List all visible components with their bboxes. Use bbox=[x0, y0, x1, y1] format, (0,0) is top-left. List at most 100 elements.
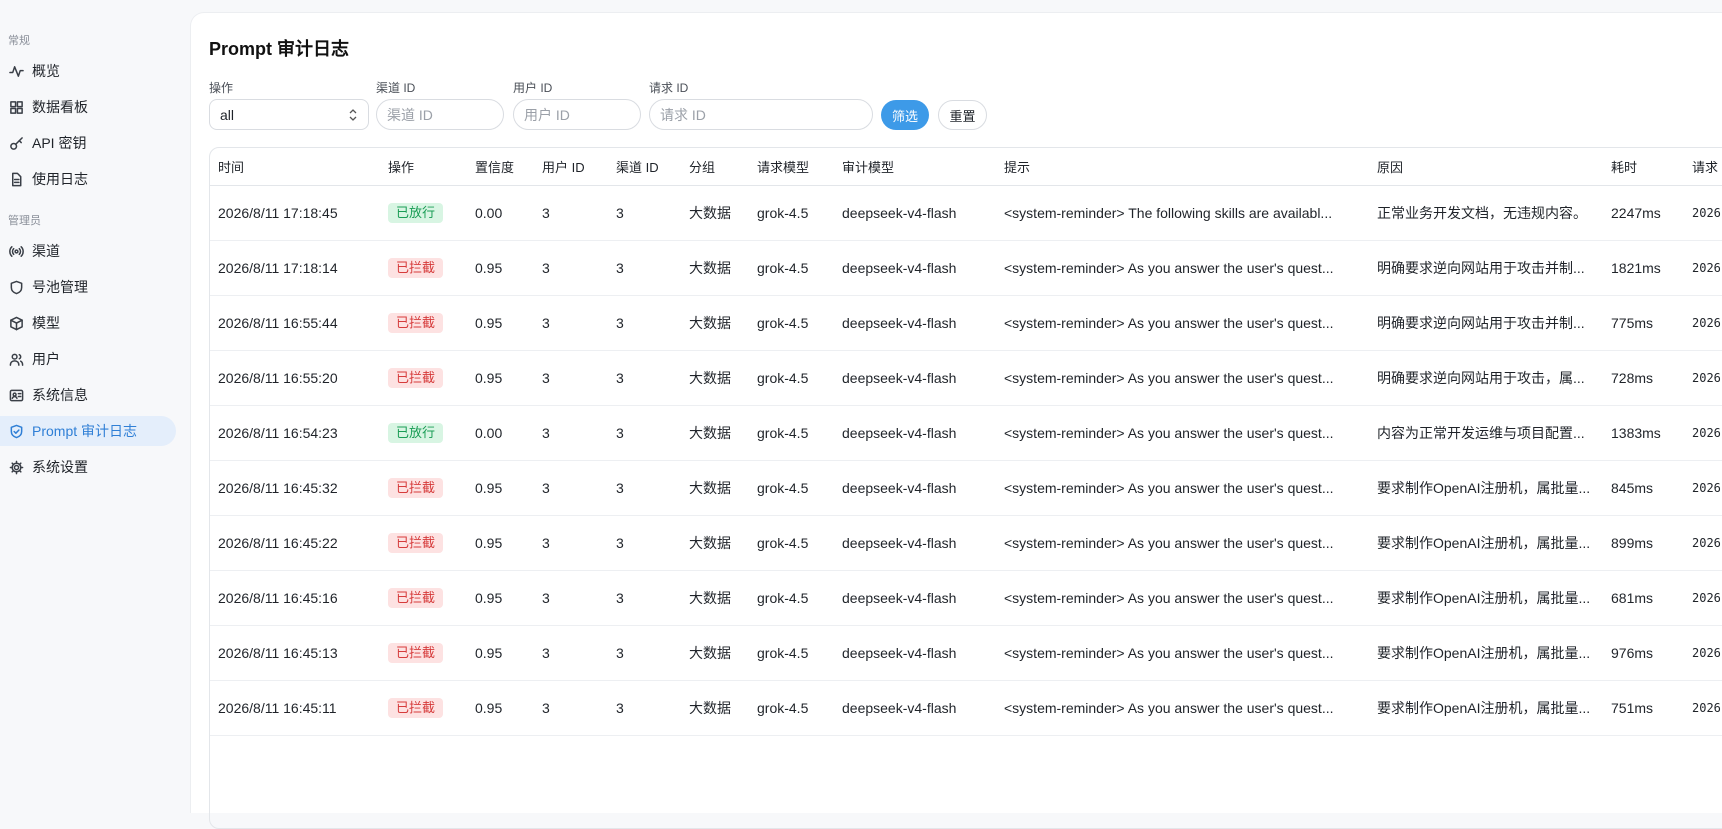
table-row[interactable]: 2026/8/11 17:18:14 已拦截 0.95 3 3 大数据 grok-4.5 de… bbox=[210, 240, 1722, 296]
col-header-reason: 原因 bbox=[1369, 148, 1603, 186]
sidebar-item-system-settings[interactable]: 系统设置 bbox=[0, 452, 176, 482]
cell-latency: 2247ms bbox=[1603, 185, 1684, 241]
table-row[interactable]: 2026/8/11 16:55:20 已拦截 0.95 3 3 大数据 grok-4.5 de… bbox=[210, 350, 1722, 406]
status-badge: 已放行 bbox=[388, 203, 444, 223]
sidebar-item-dashboard[interactable]: 数据看板 bbox=[0, 92, 176, 122]
cell-channel-id: 3 bbox=[608, 350, 681, 406]
channel-filter-label: 渠道 ID bbox=[376, 81, 416, 95]
sidebar-item-overview[interactable]: 概览 bbox=[0, 56, 176, 86]
cell-action: 已拦截 bbox=[380, 460, 467, 516]
col-header-confidence: 置信度 bbox=[467, 148, 534, 186]
cell-latency: 751ms bbox=[1603, 680, 1684, 736]
channel-id-input[interactable]: 渠道 ID bbox=[376, 99, 504, 130]
cell-time: 2026/8/11 16:45:13 bbox=[210, 625, 380, 681]
reset-button[interactable]: 重置 bbox=[938, 100, 987, 130]
table-row[interactable]: 2026/8/11 16:55:44 已拦截 0.95 3 3 大数据 grok-4.5 de… bbox=[210, 295, 1722, 351]
sidebar-item-usage-logs[interactable]: 使用日志 bbox=[0, 164, 176, 194]
cell-group: 大数据 bbox=[681, 625, 749, 681]
activity-icon bbox=[8, 63, 24, 79]
cell-time: 2026/8/11 17:18:14 bbox=[210, 240, 380, 296]
cell-reason: 要求制作OpenAI注册机，属批量... bbox=[1369, 570, 1603, 626]
cell-reason: 要求制作OpenAI注册机，属批量... bbox=[1369, 680, 1603, 736]
cell-time: 2026/8/11 16:45:22 bbox=[210, 515, 380, 571]
cell-confidence: 0.95 bbox=[467, 460, 534, 516]
cell-channel-id: 3 bbox=[608, 515, 681, 571]
cell-user-id: 3 bbox=[534, 405, 608, 461]
cell-prompt: <system-reminder> As you answer the user… bbox=[996, 350, 1369, 406]
col-header-user-id: 用户 ID bbox=[534, 148, 608, 186]
cell-prompt: <system-reminder> As you answer the user… bbox=[996, 625, 1369, 681]
cell-request-model: grok-4.5 bbox=[749, 405, 834, 461]
cell-confidence: 0.00 bbox=[467, 405, 534, 461]
cell-action: 已放行 bbox=[380, 405, 467, 461]
user-id-input[interactable]: 用户 ID bbox=[513, 99, 641, 130]
action-filter-label: 操作 bbox=[209, 81, 234, 95]
sidebar-item-users[interactable]: 用户 bbox=[0, 344, 176, 374]
filter-button[interactable]: 筛选 bbox=[881, 100, 929, 130]
table-row[interactable]: 2026/8/11 16:45:13 已拦截 0.95 3 3 大数据 grok-4.5 de… bbox=[210, 625, 1722, 681]
status-badge: 已拦截 bbox=[388, 368, 444, 388]
cell-latency: 1821ms bbox=[1603, 240, 1684, 296]
cell-request: 2026 bbox=[1684, 405, 1722, 461]
cell-user-id: 3 bbox=[534, 240, 608, 296]
cell-latency: 976ms bbox=[1603, 625, 1684, 681]
cell-reason: 内容为正常开发运维与项目配置... bbox=[1369, 405, 1603, 461]
table-row[interactable]: 2026/8/11 16:45:16 已拦截 0.95 3 3 大数据 grok-4.5 de… bbox=[210, 570, 1722, 626]
gear-icon bbox=[8, 459, 24, 475]
status-badge: 已放行 bbox=[388, 423, 444, 443]
cell-time: 2026/8/11 16:45:32 bbox=[210, 460, 380, 516]
cell-reason: 要求制作OpenAI注册机，属批量... bbox=[1369, 460, 1603, 516]
cell-confidence: 0.95 bbox=[467, 515, 534, 571]
sidebar-item-api-keys[interactable]: API 密钥 bbox=[0, 128, 176, 158]
sidebar-item-label: Prompt 审计日志 bbox=[32, 423, 138, 439]
sidebar-item-label: 系统信息 bbox=[32, 387, 88, 403]
cell-group: 大数据 bbox=[681, 680, 749, 736]
cell-audit-model: deepseek-v4-flash bbox=[834, 295, 996, 351]
table-row[interactable]: 2026/8/11 16:54:23 已放行 0.00 3 3 大数据 grok-4.5 de… bbox=[210, 405, 1722, 461]
cell-channel-id: 3 bbox=[608, 185, 681, 241]
cell-channel-id: 3 bbox=[608, 625, 681, 681]
cell-prompt: <system-reminder> As you answer the user… bbox=[996, 240, 1369, 296]
cell-action: 已拦截 bbox=[380, 570, 467, 626]
action-select-value: all bbox=[220, 106, 235, 123]
sidebar-item-label: 概览 bbox=[32, 63, 60, 79]
cell-request-model: grok-4.5 bbox=[749, 515, 834, 571]
status-badge: 已拦截 bbox=[388, 258, 444, 278]
cell-audit-model: deepseek-v4-flash bbox=[834, 460, 996, 516]
cell-reason: 正常业务开发文档，无违规内容。 bbox=[1369, 185, 1603, 241]
cell-audit-model: deepseek-v4-flash bbox=[834, 625, 996, 681]
cell-latency: 899ms bbox=[1603, 515, 1684, 571]
cell-request: 2026 bbox=[1684, 680, 1722, 736]
request-id-input[interactable]: 请求 ID bbox=[649, 99, 873, 130]
table-row[interactable]: 2026/8/11 16:45:32 已拦截 0.95 3 3 大数据 grok-4.5 de… bbox=[210, 460, 1722, 516]
cell-user-id: 3 bbox=[534, 460, 608, 516]
cell-user-id: 3 bbox=[534, 625, 608, 681]
table-row[interactable]: 2026/8/11 17:18:45 已放行 0.00 3 3 大数据 grok-4.5 de… bbox=[210, 185, 1722, 241]
cell-group: 大数据 bbox=[681, 460, 749, 516]
cell-request-model: grok-4.5 bbox=[749, 680, 834, 736]
sidebar-item-label: 数据看板 bbox=[32, 99, 88, 115]
cell-request: 2026 bbox=[1684, 350, 1722, 406]
cell-reason: 明确要求逆向网站用于攻击，属... bbox=[1369, 350, 1603, 406]
sidebar-item-channels[interactable]: 渠道 bbox=[0, 236, 176, 266]
cell-confidence: 0.00 bbox=[467, 185, 534, 241]
cell-request: 2026 bbox=[1684, 295, 1722, 351]
cell-audit-model: deepseek-v4-flash bbox=[834, 570, 996, 626]
cell-request-model: grok-4.5 bbox=[749, 350, 834, 406]
cell-channel-id: 3 bbox=[608, 240, 681, 296]
table-row[interactable]: 2026/8/11 16:45:22 已拦截 0.95 3 3 大数据 grok-4.5 de… bbox=[210, 515, 1722, 571]
cell-group: 大数据 bbox=[681, 405, 749, 461]
sidebar-item-system-info[interactable]: 系统信息 bbox=[0, 380, 176, 410]
sidebar-item-prompt-audit-log[interactable]: Prompt 审计日志 bbox=[0, 416, 176, 446]
sidebar-item-label: API 密钥 bbox=[32, 135, 87, 151]
server-info-icon bbox=[8, 387, 24, 403]
shield-icon bbox=[8, 279, 24, 295]
cell-user-id: 3 bbox=[534, 570, 608, 626]
sidebar-item-models[interactable]: 模型 bbox=[0, 308, 176, 338]
cell-audit-model: deepseek-v4-flash bbox=[834, 515, 996, 571]
status-badge: 已拦截 bbox=[388, 478, 444, 498]
table-row[interactable]: 2026/8/11 16:45:11 已拦截 0.95 3 3 大数据 grok-4.5 de… bbox=[210, 680, 1722, 736]
sidebar-item-account-pool[interactable]: 号池管理 bbox=[0, 272, 176, 302]
document-icon bbox=[8, 171, 24, 187]
action-select[interactable]: all bbox=[209, 99, 369, 130]
